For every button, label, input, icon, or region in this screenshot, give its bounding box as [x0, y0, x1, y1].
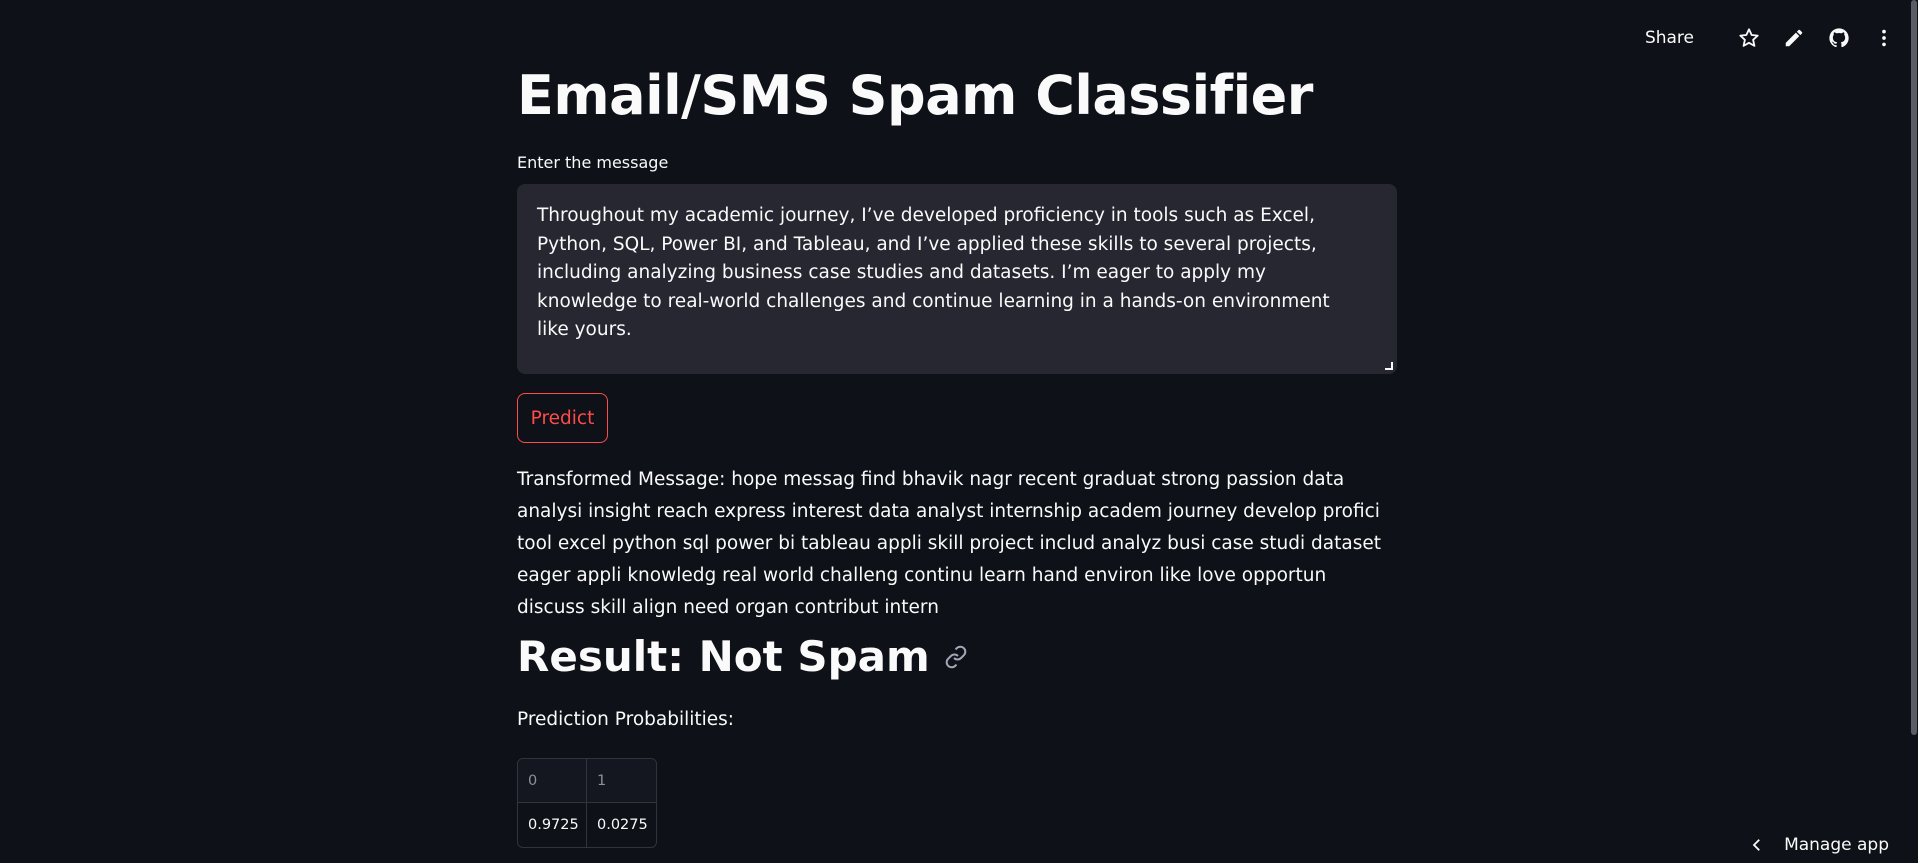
result-text: Result: Not Spam — [517, 632, 930, 681]
toolbar: Share — [1645, 26, 1896, 50]
manage-app-label: Manage app — [1784, 835, 1889, 855]
probability-table: 0 1 0.9725 0.0275 — [517, 758, 657, 848]
scrollbar-thumb[interactable] — [1911, 0, 1917, 735]
link-icon[interactable] — [944, 645, 968, 669]
scrollbar[interactable] — [1910, 0, 1918, 863]
page-title: Email/SMS Spam Classifier — [517, 64, 1313, 127]
predict-button[interactable]: Predict — [517, 393, 608, 443]
table-cell-1: 0.0275 — [597, 817, 648, 833]
github-icon[interactable] — [1827, 26, 1851, 50]
transformed-message: Transformed Message: hope messag find bh… — [517, 469, 1381, 618]
resize-handle-icon[interactable] — [1385, 362, 1393, 370]
star-icon[interactable] — [1737, 26, 1761, 50]
chevron-left-icon — [1752, 839, 1760, 851]
result-heading: Result: Not Spam — [517, 632, 968, 681]
pencil-icon[interactable] — [1782, 26, 1806, 50]
message-input-label: Enter the message — [517, 153, 669, 172]
share-button[interactable]: Share — [1645, 28, 1694, 48]
more-vertical-icon[interactable] — [1872, 26, 1896, 50]
manage-app-button[interactable]: Manage app — [1748, 835, 1889, 855]
message-textarea[interactable]: Hi, my name is Bhavik. Throughout my aca… — [517, 184, 1397, 374]
table-header-0: 0 — [518, 759, 587, 803]
table-header-1: 1 — [587, 759, 656, 803]
table-cell-0: 0.9725 — [518, 803, 587, 847]
prediction-probabilities-label: Prediction Probabilities: — [517, 709, 735, 730]
message-textarea-value[interactable]: Hi, my name is Bhavik. Throughout my aca… — [537, 184, 1367, 374]
